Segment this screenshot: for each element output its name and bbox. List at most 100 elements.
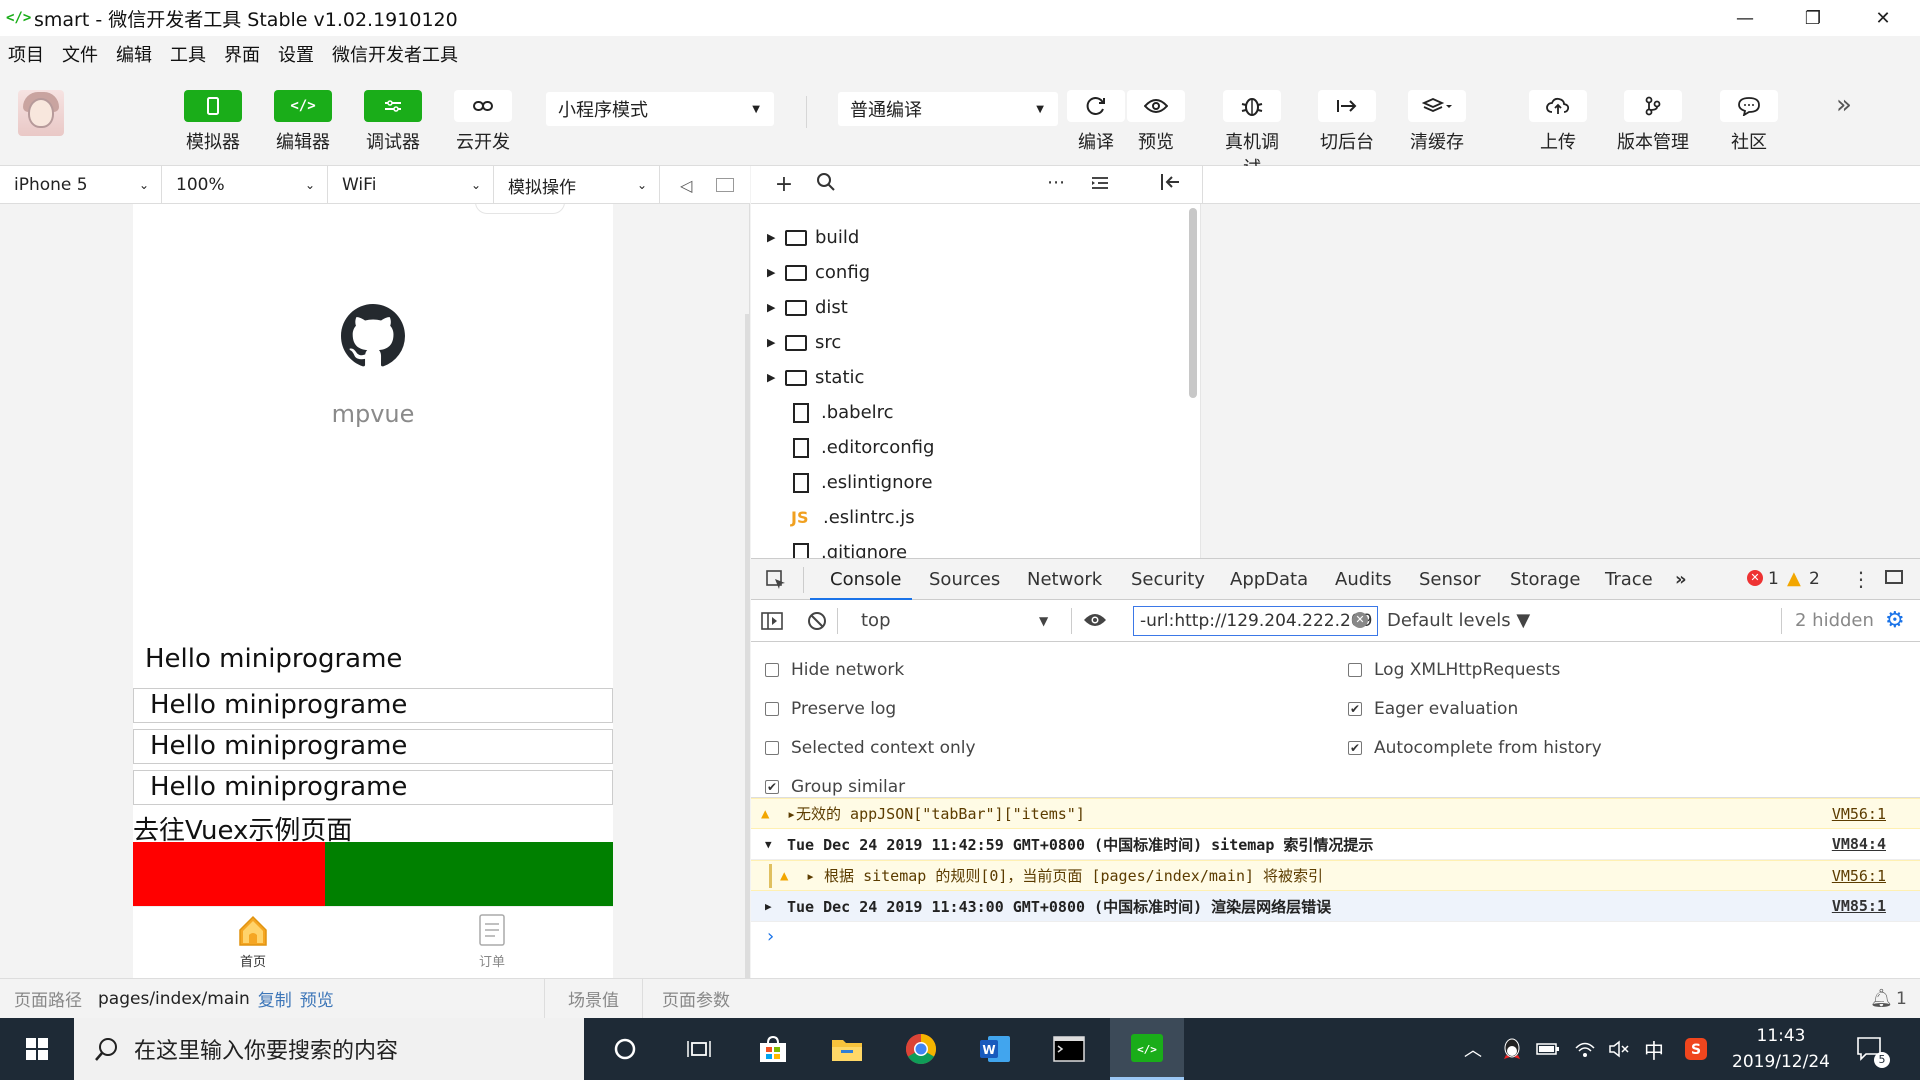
word-app[interactable]: W: [958, 1018, 1032, 1080]
tab-console[interactable]: Console: [830, 569, 901, 590]
tree-folder-dist[interactable]: ▶ dist: [751, 290, 1200, 325]
tab-home[interactable]: 首页: [203, 913, 303, 970]
menu-file[interactable]: 文件: [62, 41, 98, 67]
tree-folder-build[interactable]: ▶ build: [751, 220, 1200, 255]
more-icon[interactable]: ⋯: [1043, 172, 1069, 198]
log-levels-select[interactable]: Default levels ▼: [1387, 610, 1530, 631]
avatar[interactable]: [18, 90, 64, 136]
community-button[interactable]: 社区: [1714, 90, 1784, 154]
tree-file-eslintrc[interactable]: JS .eslintrc.js: [751, 500, 1200, 535]
minimize-button[interactable]: —: [1710, 0, 1780, 36]
mode-select[interactable]: 小程序模式 ▼: [546, 92, 774, 126]
zoom-select[interactable]: 100% ⌄: [162, 166, 328, 204]
menu-tools[interactable]: 工具: [170, 41, 206, 67]
simulator-scrollbar[interactable]: [745, 314, 749, 984]
sidebar-toggle-icon[interactable]: [761, 611, 783, 636]
clock[interactable]: 11:43 2019/12/24: [1726, 1018, 1836, 1080]
tree-folder-src[interactable]: ▶ src: [751, 325, 1200, 360]
tab-storage[interactable]: Storage: [1510, 569, 1580, 590]
store-app[interactable]: [736, 1018, 810, 1080]
capsule-button[interactable]: [475, 204, 565, 214]
background-button[interactable]: 切后台: [1312, 90, 1382, 154]
error-count[interactable]: 1: [1768, 569, 1779, 589]
source-link[interactable]: VM56:1: [1832, 805, 1886, 823]
qq-icon[interactable]: [1502, 1018, 1522, 1080]
log-xhr-checkbox[interactable]: Log XMLHttpRequests: [1348, 660, 1560, 680]
toolbar-more-button[interactable]: »: [1836, 90, 1852, 120]
menu-wechat-devtools[interactable]: 微信开发者工具: [332, 41, 458, 67]
source-link[interactable]: VM56:1: [1832, 867, 1886, 885]
inspect-element-icon[interactable]: [765, 569, 787, 596]
network-select[interactable]: WiFi ⌄: [328, 166, 494, 204]
tree-file-editorconfig[interactable]: .editorconfig: [751, 430, 1200, 465]
page-params-button[interactable]: 页面参数: [662, 986, 730, 1011]
editor-toggle-button[interactable]: </> 编辑器: [268, 90, 338, 154]
hello-item[interactable]: Hello miniprograme: [133, 729, 613, 764]
ime-indicator[interactable]: 中: [1644, 1018, 1664, 1080]
autocomplete-history-checkbox[interactable]: ✔ Autocomplete from history: [1348, 738, 1602, 758]
volume-icon[interactable]: [1608, 1018, 1630, 1080]
console-message-warning[interactable]: ▲ ▸ 根据 sitemap 的规则[0]，当前页面 [pages/index/…: [751, 860, 1920, 891]
version-control-button[interactable]: 版本管理: [1613, 90, 1693, 154]
task-view-button[interactable]: [662, 1018, 736, 1080]
scene-value-button[interactable]: 场景值: [568, 986, 619, 1011]
file-explorer-app[interactable]: [810, 1018, 884, 1080]
menu-settings[interactable]: 设置: [278, 41, 314, 67]
copy-path-link[interactable]: 复制: [258, 986, 292, 1011]
eager-evaluation-checkbox[interactable]: ✔ Eager evaluation: [1348, 699, 1518, 719]
tab-security[interactable]: Security: [1131, 569, 1205, 590]
console-message-group[interactable]: ▼ Tue Dec 24 2019 11:42:59 GMT+0800 (中国标…: [751, 829, 1920, 860]
file-tree-scrollbar[interactable]: [1189, 208, 1197, 398]
group-similar-checkbox[interactable]: ✔ Group similar: [765, 777, 905, 797]
wechat-devtools-app[interactable]: </>: [1110, 1018, 1184, 1080]
tab-sensor[interactable]: Sensor: [1419, 569, 1481, 590]
preserve-log-checkbox[interactable]: Preserve log: [765, 699, 896, 719]
preview-button[interactable]: 预览: [1121, 90, 1191, 154]
clear-filter-icon[interactable]: ✕: [1352, 612, 1368, 628]
show-hidden-icons[interactable]: ︿: [1464, 1018, 1482, 1080]
taskbar-search-box[interactable]: 在这里输入你要搜索的内容: [74, 1018, 584, 1080]
tab-trace[interactable]: Trace: [1605, 569, 1653, 590]
clear-console-icon[interactable]: [807, 611, 827, 636]
tree-folder-config[interactable]: ▶ config: [751, 255, 1200, 290]
debugger-toggle-button[interactable]: 调试器: [358, 90, 428, 154]
warning-count[interactable]: 2: [1809, 569, 1820, 589]
hello-item[interactable]: Hello miniprograme: [133, 688, 613, 723]
cloud-dev-button[interactable]: 云开发: [448, 90, 518, 154]
simulate-operation-select[interactable]: 模拟操作 ⌄: [494, 166, 660, 204]
source-link[interactable]: VM84:4: [1832, 835, 1886, 853]
close-button[interactable]: ✕: [1848, 0, 1918, 36]
tab-network[interactable]: Network: [1027, 569, 1102, 590]
live-expression-eye-icon[interactable]: [1083, 612, 1107, 633]
terminal-app[interactable]: [1032, 1018, 1106, 1080]
device-select[interactable]: iPhone 5 ⌄: [0, 166, 162, 204]
restore-button[interactable]: ❐: [1778, 0, 1848, 36]
compile-mode-select[interactable]: 普通编译 ▼: [838, 92, 1058, 126]
preview-path-link[interactable]: 预览: [300, 986, 334, 1011]
tab-sources[interactable]: Sources: [929, 569, 1000, 590]
upload-button[interactable]: 上传: [1523, 90, 1593, 154]
add-file-icon[interactable]: +: [771, 172, 797, 198]
action-center-button[interactable]: 5: [1856, 1018, 1890, 1080]
search-icon[interactable]: [813, 172, 839, 198]
menu-edit[interactable]: 编辑: [116, 41, 152, 67]
collapse-icon[interactable]: [1087, 172, 1113, 198]
tab-audits[interactable]: Audits: [1335, 569, 1392, 590]
editor-area[interactable]: [1202, 204, 1920, 558]
tab-appdata[interactable]: AppData: [1230, 569, 1308, 590]
split-left-icon[interactable]: [1157, 172, 1183, 198]
tree-file-gitignore[interactable]: .gitignore: [751, 535, 1200, 558]
clear-cache-button[interactable]: 清缓存: [1402, 90, 1472, 154]
battery-icon[interactable]: [1536, 1018, 1560, 1080]
selected-context-checkbox[interactable]: Selected context only: [765, 738, 976, 758]
hide-network-checkbox[interactable]: Hide network: [765, 660, 904, 680]
hello-item[interactable]: Hello miniprograme: [133, 770, 613, 805]
console-message-group[interactable]: ▶ Tue Dec 24 2019 11:43:00 GMT+0800 (中国标…: [751, 891, 1920, 922]
chrome-app[interactable]: [884, 1018, 958, 1080]
undock-icon[interactable]: [1885, 570, 1903, 584]
tree-file-eslintignore[interactable]: .eslintignore: [751, 465, 1200, 500]
kebab-menu-icon[interactable]: ⋮: [1851, 567, 1871, 591]
source-link[interactable]: VM85:1: [1832, 897, 1886, 915]
start-button[interactable]: [0, 1018, 74, 1080]
sogou-icon[interactable]: S: [1684, 1018, 1708, 1080]
